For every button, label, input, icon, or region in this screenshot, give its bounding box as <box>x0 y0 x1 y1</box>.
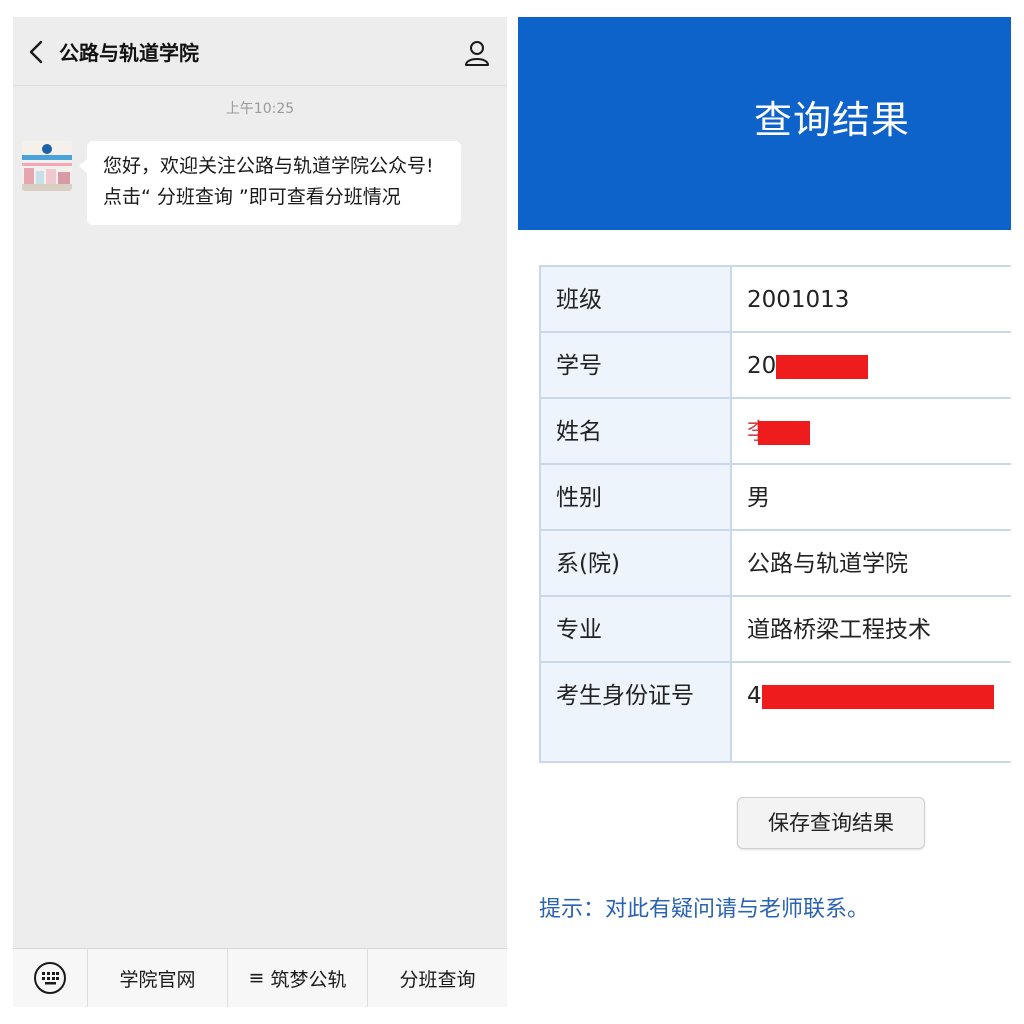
table-row: 系(院) 公路与轨道学院 <box>539 529 1011 597</box>
menu-item-college-website[interactable]: 学院官网 <box>87 949 227 1007</box>
field-value-gender: 男 <box>730 463 1011 531</box>
field-value-name: 李 <box>730 397 1011 465</box>
table-row: 专业 道路桥梁工程技术 <box>539 595 1011 663</box>
table-row: 考生身份证号 4 <box>539 661 1011 763</box>
chat-screen: 公路与轨道学院 上午10:25 您好，欢迎关注公路与轨道学院公众号! 点击“ 分… <box>13 17 507 1007</box>
field-label-gender: 性别 <box>539 463 732 531</box>
menu-item-label: 分班查询 <box>399 968 476 991</box>
page-title: 查询结果 <box>754 98 911 142</box>
id-number-prefix: 4 <box>747 683 762 709</box>
welcome-message-bubble: 您好，欢迎关注公路与轨道学院公众号! 点击“ 分班查询 ”即可查看分班情况 <box>79 141 461 225</box>
table-row: 班级 2001013 <box>539 265 1011 333</box>
save-result-button[interactable]: 保存查询结果 <box>737 797 925 849</box>
keyboard-toggle-button[interactable] <box>13 949 87 1007</box>
field-label-major: 专业 <box>539 595 732 663</box>
field-label-name: 姓名 <box>539 397 732 465</box>
field-value-class: 2001013 <box>730 265 1011 333</box>
menu-item-label: 筑梦公轨 <box>270 968 347 991</box>
table-row: 学号 20 <box>539 331 1011 399</box>
contact-tip: 提示：对此有疑问请与老师联系。 <box>539 897 870 922</box>
redaction-mark <box>761 684 994 709</box>
screenshot-page: 公路与轨道学院 上午10:25 您好，欢迎关注公路与轨道学院公众号! 点击“ 分… <box>0 0 1024 1024</box>
query-result-screen: 查询结果 班级 2001013 学号 20 姓名 李 性别 男 <box>518 17 1011 1007</box>
avatar-image <box>22 141 72 191</box>
account-avatar[interactable] <box>22 141 72 191</box>
field-label-student-id: 学号 <box>539 331 732 399</box>
menu-item-label: 学院官网 <box>119 968 196 991</box>
student-id-prefix: 20 <box>747 353 777 379</box>
field-label-class: 班级 <box>539 265 732 333</box>
redaction-mark <box>776 354 869 379</box>
table-row: 姓名 李 <box>539 397 1011 465</box>
keyboard-icon <box>34 962 66 994</box>
message-line: 点击“ 分班查询 ”即可查看分班情况 <box>103 186 401 208</box>
person-icon[interactable] <box>463 39 491 67</box>
menu-item-zhumeng[interactable]: ≡ 筑梦公轨 <box>227 949 367 1007</box>
field-label-department: 系(院) <box>539 529 732 597</box>
message-line: 您好，欢迎关注公路与轨道学院公众号! <box>103 155 434 177</box>
field-value-student-id: 20 <box>730 331 1011 399</box>
result-header: 查询结果 <box>518 17 1011 230</box>
redaction-mark <box>758 420 810 445</box>
field-label-id-number: 考生身份证号 <box>539 661 732 763</box>
result-table: 班级 2001013 学号 20 姓名 李 性别 男 系(院) <box>539 265 1011 763</box>
chat-header: 公路与轨道学院 <box>13 17 507 86</box>
message-timestamp: 上午10:25 <box>225 101 295 117</box>
account-menu-bar: 学院官网 ≡ 筑梦公轨 分班查询 <box>13 948 507 1007</box>
field-value-department: 公路与轨道学院 <box>730 529 1011 597</box>
chevron-left-icon[interactable] <box>26 39 48 65</box>
field-value-id-number: 4 <box>730 661 1011 763</box>
field-value-major: 道路桥梁工程技术 <box>730 595 1011 663</box>
menu-item-class-query[interactable]: 分班查询 <box>367 949 507 1007</box>
submenu-icon: ≡ <box>248 967 265 989</box>
chat-title: 公路与轨道学院 <box>59 41 199 65</box>
table-row: 性别 男 <box>539 463 1011 531</box>
